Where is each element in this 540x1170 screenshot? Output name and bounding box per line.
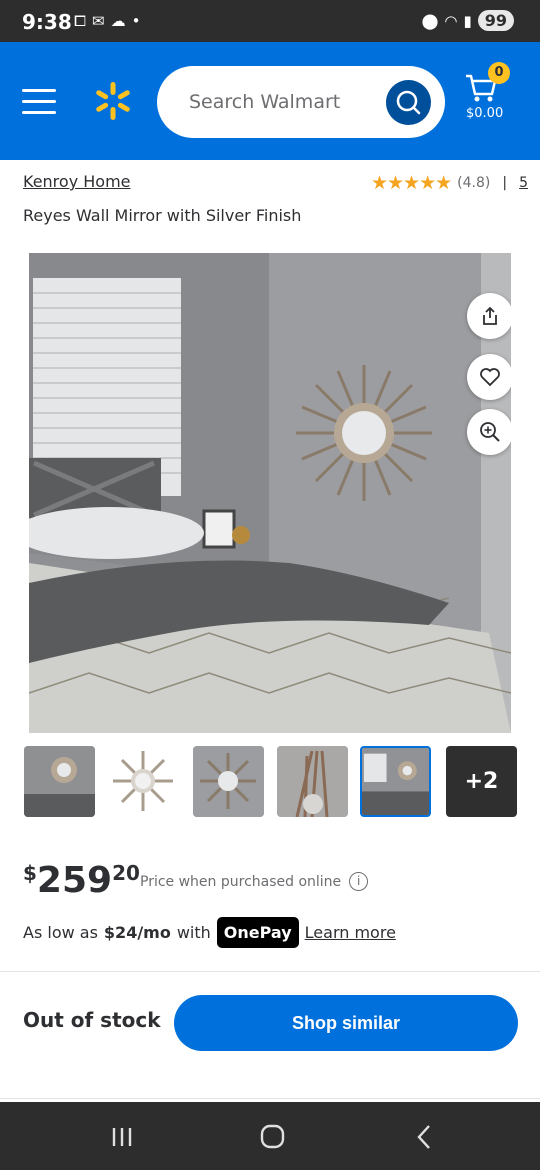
more-images-button[interactable]: +2 <box>446 746 517 817</box>
signal-icon: ▮ <box>463 11 472 30</box>
recent-apps-icon[interactable] <box>102 1120 142 1154</box>
system-icons: ⬤ ◠ ▮ 99 <box>422 10 514 31</box>
app-header: 0 $0.00 <box>0 42 540 160</box>
thumbnail-4[interactable] <box>277 746 348 817</box>
status-time: 9:38 <box>22 10 72 34</box>
status-bar: 9:38 ⧠ ✉ ☁ • ⬤ ◠ ▮ 99 <box>0 0 540 42</box>
thumbnail-2[interactable] <box>108 746 179 817</box>
price-note: Price when purchased online i <box>140 872 369 891</box>
notification-icons: ⧠ ✉ ☁ • <box>74 12 140 30</box>
cart-total: $0.00 <box>466 106 504 121</box>
system-nav-bar <box>0 1102 540 1170</box>
bedroom-photo <box>29 253 511 733</box>
thumbnail-3[interactable] <box>193 746 264 817</box>
favorite-button[interactable] <box>467 354 511 400</box>
divider <box>0 971 540 972</box>
shop-similar-button[interactable]: Shop similar <box>174 995 518 1051</box>
info-icon[interactable]: i <box>349 872 369 891</box>
zoom-button[interactable] <box>467 409 511 455</box>
price-note-text: Price when purchased online <box>140 873 342 890</box>
walmart-spark-logo[interactable] <box>93 81 133 121</box>
rating-separator: | <box>502 175 508 191</box>
cloud-icon: ☁ <box>110 12 126 30</box>
battery-indicator: 99 <box>477 10 514 31</box>
home-icon[interactable] <box>252 1120 292 1154</box>
review-count-link[interactable]: 5 <box>519 175 528 191</box>
financing-with: with <box>176 923 211 942</box>
stock-status: Out of stock <box>23 1008 161 1032</box>
cart-count-badge: 0 <box>488 62 510 84</box>
search-icon <box>396 90 421 115</box>
rating-value: (4.8) <box>457 175 491 191</box>
zoom-in-icon <box>480 422 500 442</box>
product-price: $ 259 20 <box>23 857 140 905</box>
star-rating-icon: ★★★★★ <box>370 172 452 194</box>
screenshot-icon: ⧠ <box>74 12 87 30</box>
back-icon[interactable] <box>404 1120 444 1154</box>
menu-icon[interactable] <box>22 89 56 115</box>
learn-more-link[interactable]: Learn more <box>305 923 396 942</box>
financing-amount: $24/mo <box>103 923 171 942</box>
rating-summary[interactable]: ★★★★★ (4.8) | 5 <box>371 172 528 194</box>
dot-icon: • <box>131 12 141 30</box>
search-button[interactable] <box>386 80 431 125</box>
product-title: Reyes Wall Mirror with Silver Finish <box>23 206 302 225</box>
cart-button[interactable]: 0 $0.00 <box>462 62 522 132</box>
wifi-icon: ◠ <box>444 11 458 30</box>
financing-row: As low as $24/mo with OnePay Learn more <box>23 917 396 948</box>
price-whole: 259 <box>36 860 113 901</box>
share-button[interactable] <box>467 293 511 339</box>
divider <box>0 1098 540 1099</box>
onepay-logo: OnePay <box>216 917 299 948</box>
mail-icon: ✉ <box>92 12 105 30</box>
heart-icon <box>480 368 500 387</box>
price-currency: $ <box>23 861 37 885</box>
location-icon: ⬤ <box>421 11 439 30</box>
share-icon <box>483 306 497 325</box>
thumbnail-strip: +2 <box>24 746 518 818</box>
search-bar <box>157 66 445 138</box>
thumbnail-1[interactable] <box>24 746 95 817</box>
search-input[interactable] <box>189 84 389 120</box>
financing-prefix: As low as <box>23 923 98 942</box>
thumbnail-5-selected[interactable] <box>360 746 431 817</box>
price-cents: 20 <box>112 861 140 885</box>
product-main-image[interactable] <box>29 253 511 733</box>
brand-link[interactable]: Kenroy Home <box>23 172 131 191</box>
